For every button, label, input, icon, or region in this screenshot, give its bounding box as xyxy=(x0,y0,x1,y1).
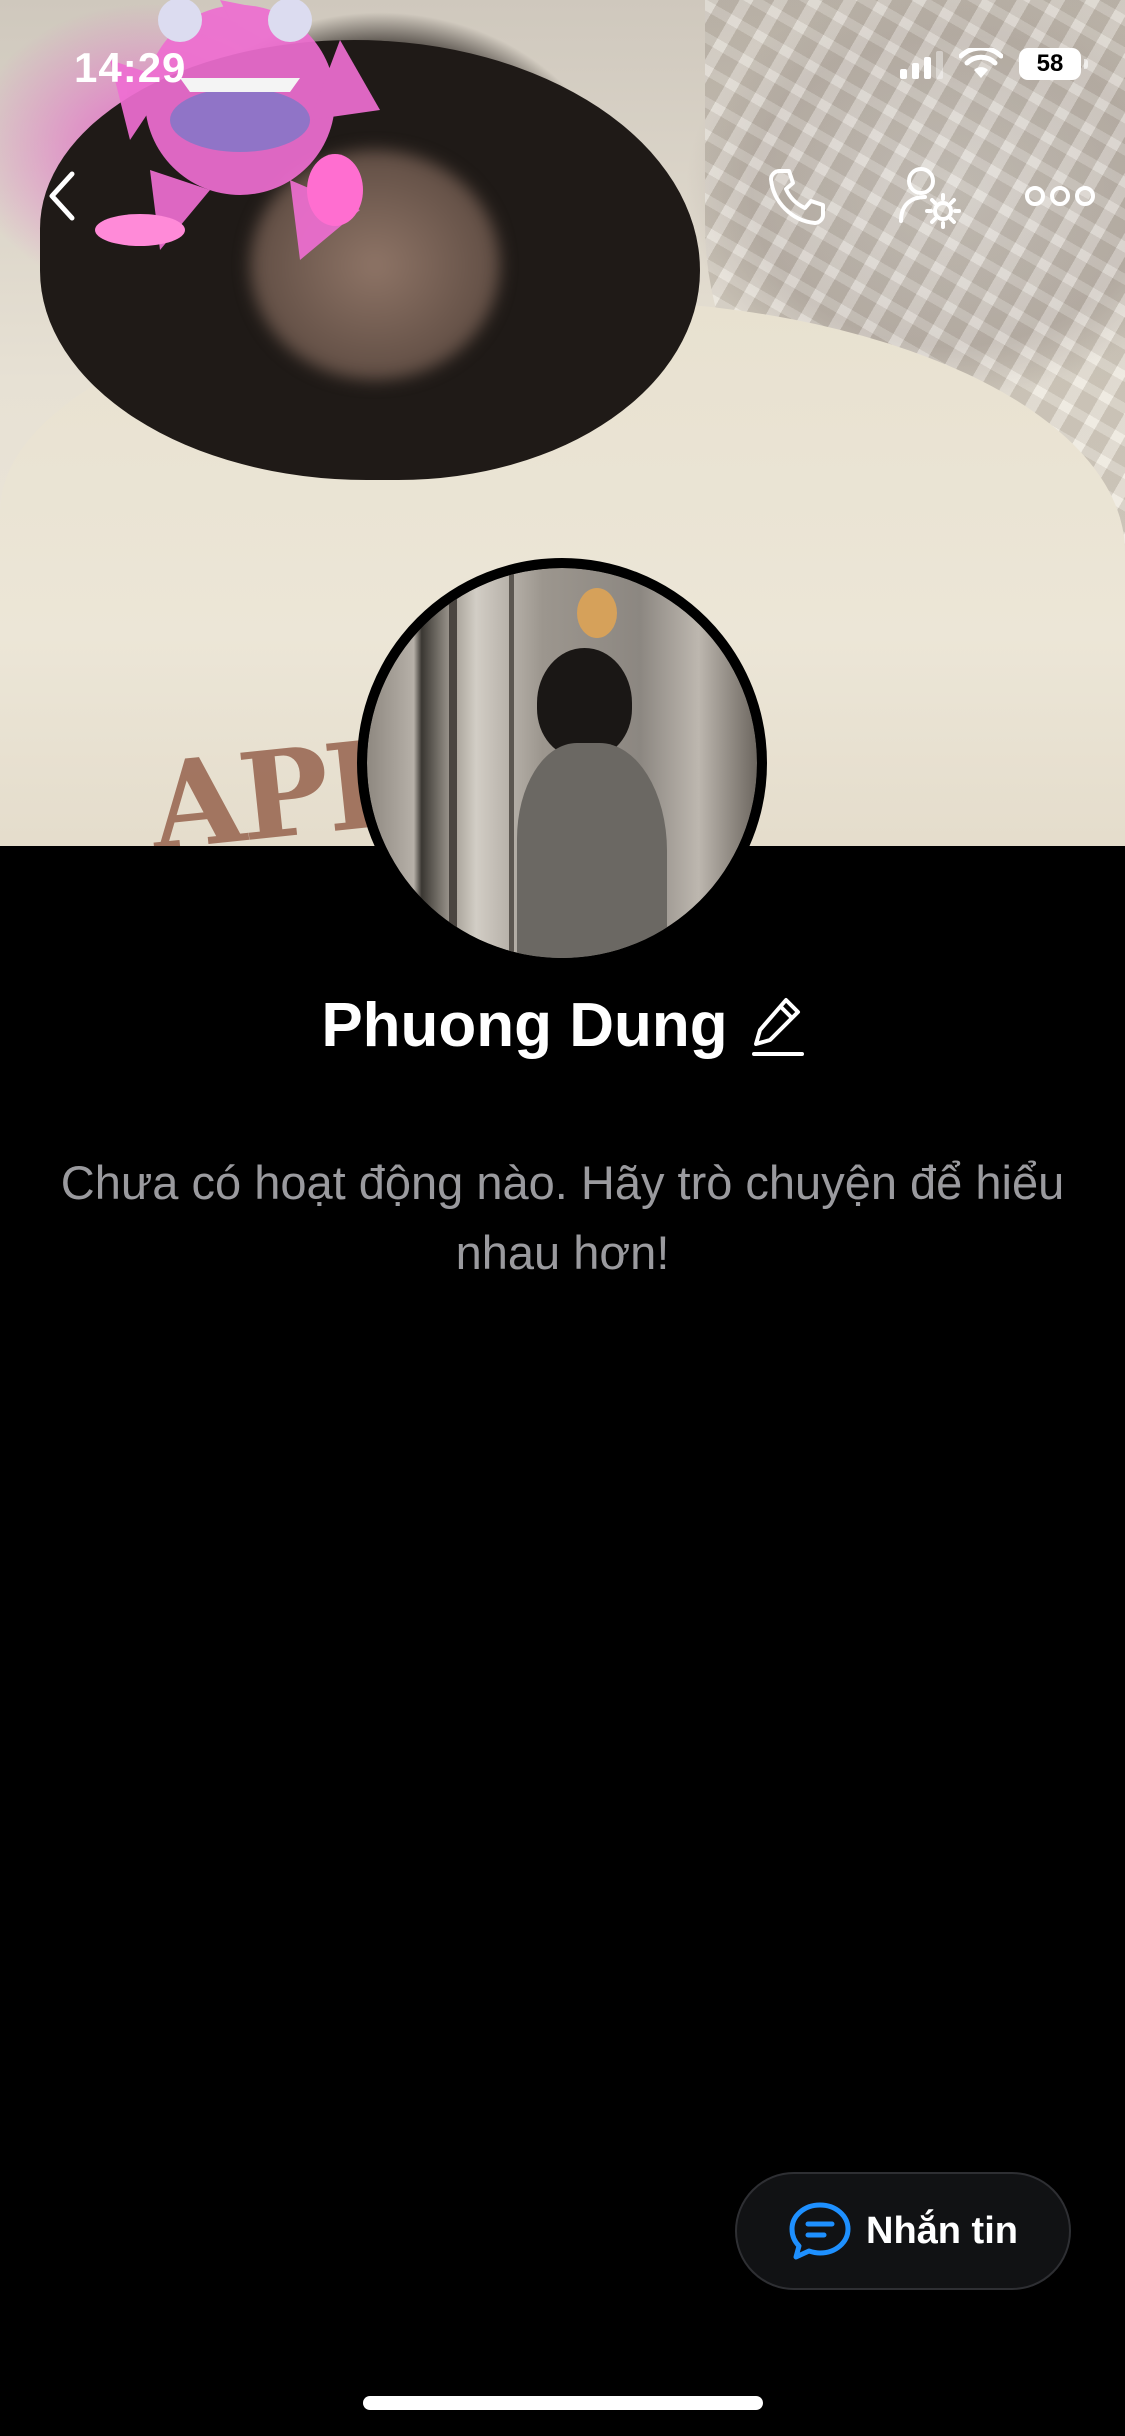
edit-name-icon[interactable] xyxy=(750,994,804,1058)
phone-icon xyxy=(769,169,825,225)
avatar-photo-detail xyxy=(509,568,514,958)
profile-name-row: Phuong Dung xyxy=(0,990,1125,1061)
profile-settings-button[interactable] xyxy=(894,160,966,232)
send-message-button[interactable]: Nhắn tin xyxy=(735,2172,1071,2290)
status-time: 14:29 xyxy=(74,44,187,91)
call-button[interactable] xyxy=(760,160,832,232)
send-message-label: Nhắn tin xyxy=(866,2209,1018,2252)
profile-avatar[interactable] xyxy=(357,558,767,968)
user-settings-icon xyxy=(899,167,961,229)
avatar-photo-detail xyxy=(577,588,617,638)
back-button[interactable] xyxy=(26,160,98,232)
chat-bubble-icon xyxy=(789,2202,851,2260)
home-indicator[interactable] xyxy=(363,2396,763,2410)
more-options-button[interactable] xyxy=(1024,160,1096,232)
wifi-icon xyxy=(959,48,1003,78)
empty-activity-message: Chưa có hoạt động nào. Hãy trò chuyện để… xyxy=(60,1156,1065,1279)
status-icons: 58 xyxy=(900,48,1088,80)
cellular-signal-icon xyxy=(900,49,943,79)
avatar-person-body xyxy=(517,743,667,958)
back-chevron-icon xyxy=(49,171,75,221)
avatar-person-head xyxy=(537,648,632,758)
more-icon xyxy=(1025,186,1095,206)
battery-level: 58 xyxy=(1036,50,1064,77)
profile-name: Phuong Dung xyxy=(321,991,728,1060)
avatar-photo-detail xyxy=(449,568,457,958)
status-bar: 14:29 58 xyxy=(0,0,1125,132)
battery-icon: 58 xyxy=(1019,48,1088,80)
